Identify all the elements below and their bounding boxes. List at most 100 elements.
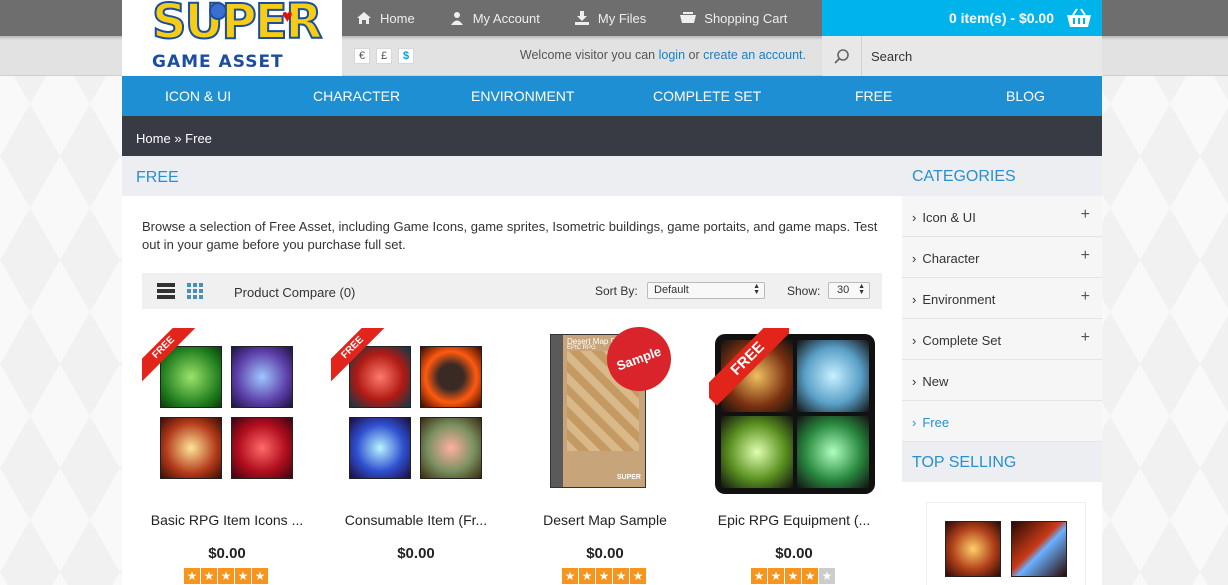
search-input[interactable]	[862, 48, 1092, 64]
pot-icon	[420, 346, 482, 408]
star-icon: ★	[802, 568, 818, 584]
product-image[interactable]: FREE	[709, 328, 877, 498]
product-grid: FREE Basic RPG Item Icons ... $0.00 ★ ★ ★ ★…	[142, 321, 902, 585]
sort-select[interactable]: Default ▲ ▼	[647, 282, 765, 299]
cart-icon	[680, 12, 697, 23]
show-select-value: 30	[837, 284, 850, 296]
menu-icon-ui[interactable]: ICON & UI	[165, 88, 231, 104]
nav-files-link[interactable]: My Files	[574, 11, 646, 26]
login-link[interactable]: login	[659, 48, 685, 62]
grid-view-icon[interactable]	[187, 283, 203, 299]
basket-icon	[1067, 8, 1091, 27]
breadcrumb-current[interactable]: Free	[185, 131, 212, 146]
product-name[interactable]: Epic RPG Equipment (...	[709, 512, 879, 528]
product-card[interactable]: FREE Basic RPG Item Icons ... $0.00 ★ ★ ★ ★…	[142, 328, 312, 585]
breadcrumb-separator: »	[174, 131, 182, 146]
expand-icon[interactable]: +	[1081, 329, 1090, 347]
create-account-dot: .	[802, 48, 806, 62]
meat-icon	[420, 417, 482, 479]
chevron-right-icon: ›	[912, 292, 917, 307]
product-compare-link[interactable]: Product Compare (0)	[234, 285, 355, 300]
menu-character[interactable]: CHARACTER	[313, 88, 400, 104]
currency-euro[interactable]: €	[354, 48, 370, 64]
product-price: $0.00	[586, 545, 624, 562]
product-image[interactable]: FREE	[142, 328, 310, 498]
chevron-right-icon: ›	[912, 333, 917, 348]
category-label: Environment	[922, 292, 996, 307]
cart-summary-text: 0 item(s) - $0.00	[948, 10, 1054, 26]
breadcrumb: Home » Free	[122, 116, 1102, 156]
nav-cart-label: Shopping Cart	[704, 10, 788, 26]
product-card[interactable]: FREE Epic RPG Equipment (... $0.00 ★ ★ ★ ★ ★	[709, 328, 879, 585]
logo-subtitle: GAME ASSET	[152, 52, 284, 72]
site-logo[interactable]: SUPER ♥ GAME ASSET	[122, 0, 342, 76]
menu-free[interactable]: FREE	[855, 88, 892, 104]
category-label: Character	[922, 251, 980, 266]
categories-title: CATEGORIES	[902, 156, 1102, 196]
expand-icon[interactable]: +	[1081, 247, 1090, 265]
expand-icon[interactable]: +	[1081, 288, 1090, 306]
star-icon: ★	[235, 568, 251, 584]
logo-super-text: SUPER	[151, 0, 323, 51]
category-item-new[interactable]: › New	[902, 360, 1102, 401]
download-icon	[574, 11, 589, 25]
sword-icon	[160, 417, 222, 479]
product-card[interactable]: FREE Consumable Item (Fr... $0.00	[331, 328, 501, 585]
sort-select-value: Default	[654, 284, 689, 296]
select-arrows-icon: ▲ ▼	[858, 283, 865, 296]
utility-bar: € £ $ Welcome visitor you can login or c…	[342, 36, 1102, 76]
create-account-link[interactable]: create an account	[703, 48, 802, 62]
category-label: New	[922, 374, 949, 389]
category-item-free[interactable]: › Free	[902, 401, 1102, 442]
product-rating: ★ ★ ★ ★ ★	[751, 568, 835, 584]
nav-home-link[interactable]: Home	[356, 11, 415, 26]
product-card[interactable]: Desert Map R... EPIC RPG SUPER Sample De…	[520, 321, 690, 585]
product-price: $0.00	[208, 545, 246, 562]
breadcrumb-home[interactable]: Home	[136, 131, 171, 146]
nav-cart-link[interactable]: Shopping Cart	[680, 11, 787, 26]
star-icon: ★	[201, 568, 217, 584]
page-title: FREE	[122, 156, 902, 196]
category-item-complete-set[interactable]: › Complete Set +	[902, 319, 1102, 360]
category-item-icon-ui[interactable]: › Icon & UI +	[902, 196, 1102, 237]
search-icon[interactable]	[822, 36, 862, 76]
list-view-icon[interactable]	[157, 283, 175, 299]
show-select[interactable]: 30 ▲ ▼	[828, 282, 870, 299]
star-icon: ★	[579, 568, 595, 584]
chevron-right-icon: ›	[912, 374, 917, 389]
expand-icon[interactable]: +	[1081, 206, 1090, 224]
potion-icon	[231, 417, 293, 479]
chevron-right-icon: ›	[912, 210, 917, 225]
currency-dollar[interactable]: $	[398, 48, 414, 64]
nav-account-link[interactable]: My Account	[449, 11, 540, 26]
product-price: $0.00	[775, 545, 813, 562]
product-name[interactable]: Consumable Item (Fr...	[331, 512, 501, 528]
sort-label: Sort By:	[595, 284, 638, 298]
product-name[interactable]: Basic RPG Item Icons ...	[142, 512, 312, 528]
star-icon: ★	[184, 568, 200, 584]
currency-pound[interactable]: £	[376, 48, 392, 64]
category-item-environment[interactable]: › Environment +	[902, 278, 1102, 319]
category-item-character[interactable]: › Character +	[902, 237, 1102, 278]
menu-environment[interactable]: ENVIRONMENT	[471, 88, 574, 104]
product-toolbar: Product Compare (0) Sort By: Default ▲ ▼ …	[142, 273, 882, 309]
star-icon: ★	[785, 568, 801, 584]
nav-account-label: My Account	[472, 10, 540, 26]
product-image[interactable]: Desert Map R... EPIC RPG SUPER Sample	[520, 321, 688, 498]
category-description: Browse a selection of Free Asset, includ…	[142, 219, 878, 252]
menu-blog[interactable]: BLOG	[1006, 88, 1045, 104]
search-box	[822, 36, 1102, 76]
product-name[interactable]: Desert Map Sample	[520, 512, 690, 528]
product-image[interactable]: FREE	[331, 328, 499, 498]
top-selling-product-image[interactable]	[926, 502, 1086, 585]
main-menu: ICON & UI CHARACTER ENVIRONMENT COMPLETE…	[122, 76, 1102, 116]
menu-complete-set[interactable]: COMPLETE SET	[653, 88, 761, 104]
user-icon	[450, 12, 463, 25]
cart-summary-button[interactable]: 0 item(s) - $0.00	[822, 0, 1102, 36]
chevron-right-icon: ›	[912, 415, 917, 430]
free-ribbon: FREE	[142, 328, 202, 388]
crystal-icon	[349, 417, 411, 479]
blade-icon	[1011, 521, 1067, 577]
welcome-or: or	[688, 48, 700, 62]
category-list: › Icon & UI + › Character + › Environment + › C…	[902, 196, 1102, 442]
